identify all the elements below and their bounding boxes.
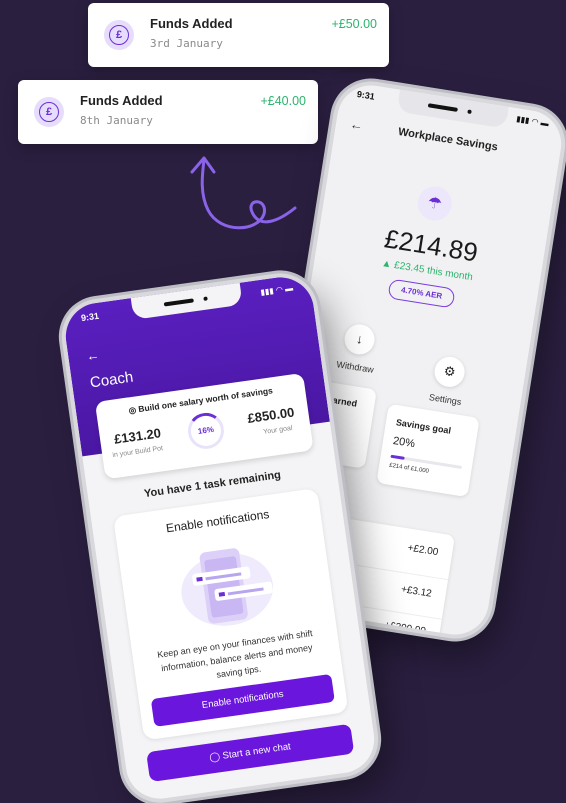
saved-amount: £131.20 [113,425,162,447]
notification-amount: +£40.00 [260,94,306,108]
notification-date: 3rd January [150,37,223,50]
gear-icon: ⚙ [432,354,467,390]
arrow-down-icon: ↓ [342,322,377,357]
notification-date: 8th January [80,114,153,127]
phone-notifications-illustration [181,548,274,626]
savings-goal-label: Savings goal [395,417,452,436]
goal-amount: £850.00 [246,404,296,426]
withdraw-label: Withdraw [335,359,375,375]
savings-goal-value: 20% [392,434,416,451]
signal-icons: ▮▮▮ ◠ ▬ [515,114,550,129]
notifications-panel: Enable notifications Keep an eye on your… [112,488,349,741]
goal-progress-ring: 16% [185,410,227,452]
goal-label: Your goal [262,424,293,436]
settings-label: Settings [428,392,463,408]
phone-notch [396,89,509,129]
back-arrow-icon[interactable]: ← [85,347,100,364]
status-time: 9:31 [356,89,376,102]
panel-title: Enable notifications [165,506,271,536]
settings-button[interactable]: ⚙ Settings [410,352,487,410]
transaction-amount: +£2.00 [406,542,440,559]
curly-arrow-icon [190,156,297,230]
notification-title: Funds Added [150,16,233,31]
pound-icon: £ [34,97,64,127]
withdraw-button[interactable]: ↓ Withdraw [320,319,397,377]
notification-card-1[interactable]: £ Funds Added 3rd January +£50.00 [88,3,389,67]
transaction-amount: +£200.00 [383,619,427,638]
pound-icon: £ [104,20,134,50]
notification-title: Funds Added [80,93,163,108]
savings-goal-card[interactable]: Savings goal 20% £214 of £1,000 [376,403,480,498]
notification-amount: +£50.00 [331,17,377,31]
notification-card-2[interactable]: £ Funds Added 8th January +£40.00 [18,80,318,144]
umbrella-icon: ☂ [415,184,455,223]
saved-label: in your Build Pot [112,445,164,460]
transaction-amount: +£3.12 [400,584,433,600]
aer-badge: 4.70% AER [387,278,456,309]
savings-goal-sub: £214 of £1,000 [388,462,430,475]
